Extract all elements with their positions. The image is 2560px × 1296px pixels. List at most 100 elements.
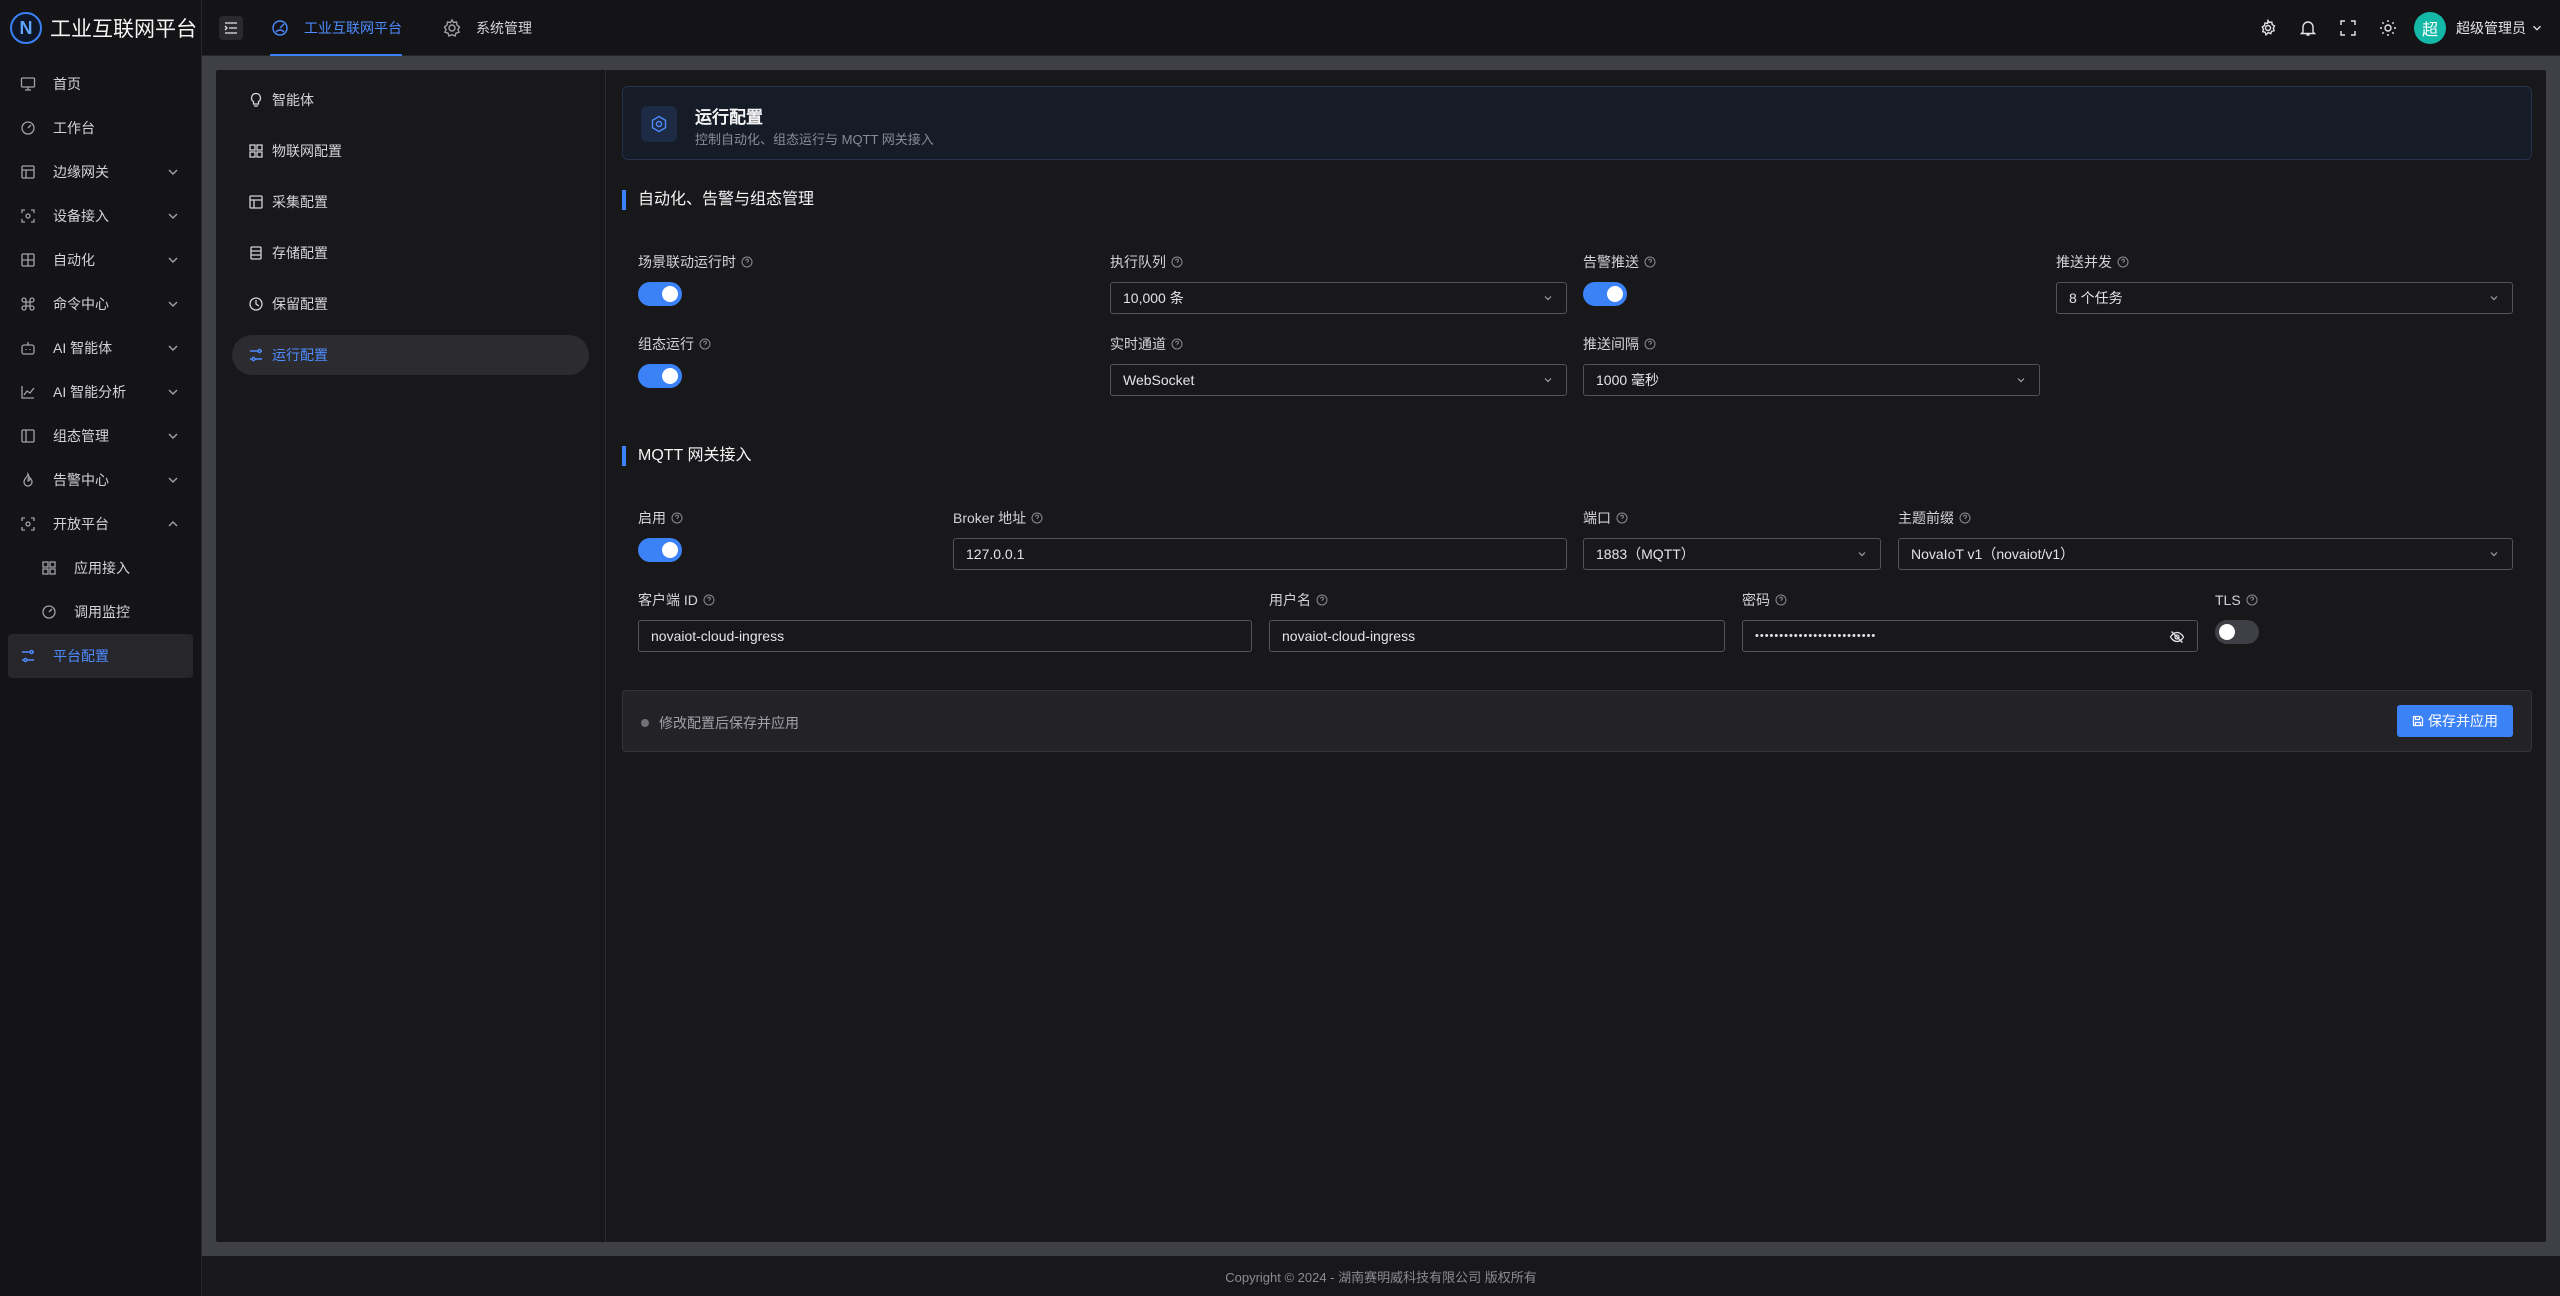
- fullscreen-icon[interactable]: [2338, 18, 2358, 38]
- sidebar-item-call-monitor[interactable]: 调用监控: [0, 590, 201, 634]
- help-icon: [1644, 338, 1656, 350]
- config-subnav: 智能体 物联网配置 采集配置 存储配置 保留配置 运行配置: [216, 70, 606, 1242]
- sidebar-item-label: 命令中心: [53, 296, 109, 312]
- alarm-push-toggle[interactable]: [1583, 282, 1627, 306]
- sidebar-item-edge-gateway[interactable]: 边缘网关: [0, 150, 201, 194]
- chevron-down-icon: [168, 345, 178, 351]
- top-bar: 工业互联网平台 系统管理 超 超级管理员: [202, 0, 2560, 56]
- chevron-down-icon: [2017, 378, 2025, 383]
- mqtt-port-select[interactable]: 1883（MQTT）: [1583, 538, 1881, 570]
- field-label: 启用: [638, 510, 666, 526]
- field-mqtt-port: 端口 1883（MQTT）: [1583, 508, 1881, 570]
- app-logo[interactable]: N 工业互联网平台: [0, 0, 201, 56]
- help-icon: [1644, 256, 1656, 268]
- help-icon: [1316, 594, 1328, 606]
- field-tls: TLS: [2215, 590, 2365, 644]
- main-area: 智能体 物联网配置 采集配置 存储配置 保留配置 运行配置 运行配置 控制自动化…: [202, 56, 2560, 1256]
- chevron-down-icon: [168, 257, 178, 263]
- bell-icon[interactable]: [2298, 18, 2318, 38]
- sidebar-item-command-center[interactable]: 命令中心: [0, 282, 201, 326]
- subnav-item-runtime-config[interactable]: 运行配置: [232, 335, 589, 375]
- field-label: Broker 地址: [953, 510, 1027, 526]
- field-push-interval: 推送间隔 1000 毫秒: [1583, 334, 2040, 396]
- subnav-label: 存储配置: [272, 245, 328, 261]
- sidebar-item-open-platform[interactable]: 开放平台: [0, 502, 201, 546]
- field-scene-runtime: 场景联动运行时: [638, 252, 1088, 306]
- broker-address-input[interactable]: 127.0.0.1: [953, 538, 1567, 570]
- sidebar-item-device-access[interactable]: 设备接入: [0, 194, 201, 238]
- sidebar-item-platform-config[interactable]: 平台配置: [8, 634, 193, 678]
- tab-iiot-platform[interactable]: 工业互联网平台: [270, 0, 402, 56]
- save-and-apply-button[interactable]: 保存并应用: [2397, 705, 2513, 737]
- subnav-label: 采集配置: [272, 194, 328, 210]
- save-icon: [2412, 715, 2424, 727]
- help-icon: [1031, 512, 1043, 524]
- section-title-automation: 自动化、告警与组态管理: [622, 190, 814, 210]
- chevron-up-icon: [168, 521, 178, 527]
- sidebar-item-ai-agent[interactable]: AI 智能体: [0, 326, 201, 370]
- field-label: 场景联动运行时: [638, 254, 736, 270]
- theme-sun-icon[interactable]: [2378, 18, 2398, 38]
- cloud-icon: [270, 18, 290, 38]
- subnav-item-agent[interactable]: 智能体: [232, 80, 589, 120]
- help-icon: [1171, 256, 1183, 268]
- scene-runtime-toggle[interactable]: [638, 282, 682, 306]
- eye-off-icon[interactable]: [2169, 629, 2185, 645]
- sidebar-item-alarm-center[interactable]: 告警中心: [0, 458, 201, 502]
- subnav-label: 物联网配置: [272, 143, 342, 159]
- realtime-channel-select[interactable]: WebSocket: [1110, 364, 1567, 396]
- chevron-down-icon: [168, 389, 178, 395]
- subnav-item-collect-config[interactable]: 采集配置: [232, 182, 589, 222]
- sidebar-item-workbench[interactable]: 工作台: [0, 106, 201, 150]
- client-id-input[interactable]: novaiot-cloud-ingress: [638, 620, 1252, 652]
- help-icon: [699, 338, 711, 350]
- help-icon: [671, 512, 683, 524]
- field-label: TLS: [2215, 592, 2241, 608]
- field-label: 端口: [1583, 510, 1611, 526]
- exec-queue-select[interactable]: 10,000 条: [1110, 282, 1567, 314]
- subnav-item-retention-config[interactable]: 保留配置: [232, 284, 589, 324]
- status-dot: [641, 719, 649, 727]
- collapse-sidebar-button[interactable]: [219, 16, 243, 40]
- section-title-mqtt: MQTT 网关接入: [622, 446, 751, 466]
- sidebar-item-label: 平台配置: [53, 648, 109, 664]
- sliders-icon: [248, 347, 264, 363]
- help-icon: [2117, 256, 2129, 268]
- settings-icon[interactable]: [2258, 18, 2278, 38]
- push-concurrency-select[interactable]: 8 个任务: [2056, 282, 2513, 314]
- scada-run-toggle[interactable]: [638, 364, 682, 388]
- help-icon: [1616, 512, 1628, 524]
- tls-toggle[interactable]: [2215, 620, 2259, 644]
- page-subtitle: 控制自动化、组态运行与 MQTT 网关接入: [695, 132, 934, 147]
- subnav-item-iot-config[interactable]: 物联网配置: [232, 131, 589, 171]
- push-interval-select[interactable]: 1000 毫秒: [1583, 364, 2040, 396]
- user-menu[interactable]: 超 超级管理员: [2414, 12, 2544, 44]
- topic-prefix-select[interactable]: NovaIoT v1（novaiot/v1）: [1898, 538, 2513, 570]
- sidebar-item-ai-analysis[interactable]: AI 智能分析: [0, 370, 201, 414]
- sidebar-item-scada[interactable]: 组态管理: [0, 414, 201, 458]
- gear-icon: [442, 18, 462, 38]
- input-value: 127.0.0.1: [966, 546, 1025, 562]
- sidebar-item-home[interactable]: 首页: [0, 62, 201, 106]
- help-icon: [703, 594, 715, 606]
- flame-icon: [19, 471, 37, 489]
- sidebar-item-automation[interactable]: 自动化: [0, 238, 201, 282]
- password-input[interactable]: •••••••••••••••••••••••••: [1742, 620, 2198, 652]
- chevron-down-icon: [168, 213, 178, 219]
- sidebar-item-label: 首页: [53, 76, 81, 92]
- clock-icon: [248, 296, 264, 312]
- chevron-down-icon: [2490, 296, 2498, 301]
- layout-icon: [248, 194, 264, 210]
- page-title: 运行配置: [695, 108, 763, 127]
- mqtt-enable-toggle[interactable]: [638, 538, 682, 562]
- field-label: 推送间隔: [1583, 336, 1639, 352]
- username-input[interactable]: novaiot-cloud-ingress: [1269, 620, 1725, 652]
- subnav-item-storage-config[interactable]: 存储配置: [232, 233, 589, 273]
- field-label: 执行队列: [1110, 254, 1166, 270]
- chevron-down-icon: [1858, 552, 1866, 557]
- command-icon: [19, 295, 37, 313]
- sidebar-item-label: 应用接入: [74, 560, 130, 576]
- sidebar-item-app-access[interactable]: 应用接入: [0, 546, 201, 590]
- sidebar-item-label: 自动化: [53, 252, 95, 268]
- tab-system-management[interactable]: 系统管理: [442, 0, 532, 56]
